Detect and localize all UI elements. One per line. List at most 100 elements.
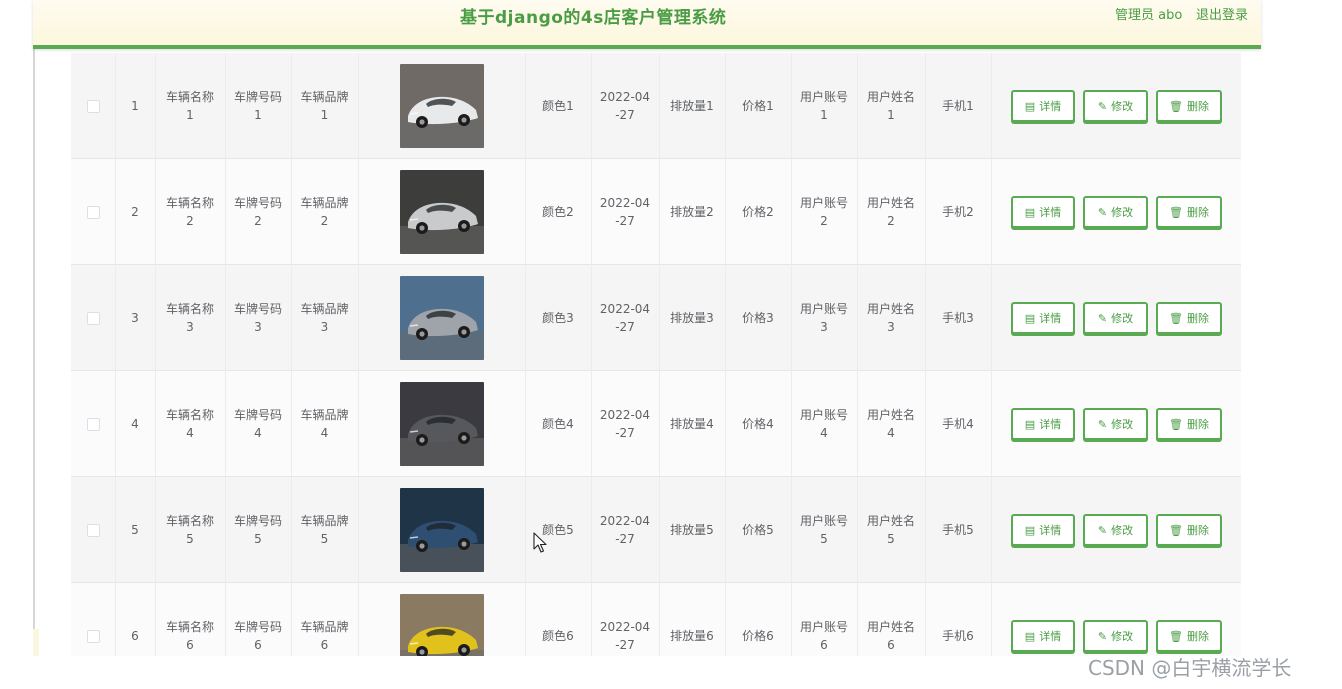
vehicle-color-text: 颜色3 [542, 311, 574, 325]
user-account: 用户账号 6 [791, 583, 857, 656]
delete-button[interactable]: 🗑 删除 [1156, 90, 1222, 122]
vehicle-image[interactable] [399, 276, 484, 360]
vehicle-image-cell [358, 265, 525, 371]
displacement: 排放量3 [659, 265, 725, 371]
price-text: 价格1 [742, 99, 774, 113]
vehicle-brand: 车辆品牌 6 [291, 583, 358, 656]
user-name: 用户姓名 3 [857, 265, 925, 371]
column-divider [659, 53, 660, 656]
vehicle-brand-line: 车辆品牌 [300, 90, 349, 104]
vehicle-name-line: 车辆名称 [165, 196, 214, 210]
vehicle-name-lines: 车辆名称 6 [166, 618, 214, 654]
user-name-line: 1 [887, 108, 895, 122]
user-account-lines: 用户账号 1 [800, 88, 848, 124]
detail-button[interactable]: ▤ 详情 [1011, 302, 1075, 334]
row-checkbox[interactable] [86, 417, 100, 431]
admin-user-label: 管理员 abo [1115, 8, 1183, 23]
vehicle-color-text: 颜色1 [542, 99, 574, 113]
vehicle-color: 颜色1 [525, 53, 591, 159]
vehicle-brand: 车辆品牌 1 [291, 53, 358, 159]
user-name: 用户姓名 1 [857, 53, 925, 159]
row-index-text: 3 [131, 311, 139, 325]
row-checkbox-cell[interactable] [71, 159, 115, 265]
displacement: 排放量5 [659, 477, 725, 583]
price-text: 价格6 [742, 629, 774, 643]
vehicle-name-lines: 车辆名称 1 [166, 88, 214, 124]
edit-button-label: 修改 [1111, 630, 1134, 643]
user-account: 用户账号 1 [791, 53, 857, 159]
delete-button[interactable]: 🗑 删除 [1156, 196, 1222, 228]
plate-number-line: 5 [254, 532, 262, 546]
delete-button[interactable]: 🗑 删除 [1156, 408, 1222, 440]
vehicle-image[interactable] [399, 170, 484, 254]
row-checkbox[interactable] [86, 99, 100, 113]
vehicle-color: 颜色4 [525, 371, 591, 477]
vehicle-image[interactable] [399, 594, 484, 656]
trash-icon: 🗑 [1169, 205, 1183, 219]
edit-button[interactable]: ✎ 修改 [1083, 514, 1148, 546]
purchase-date: 2022-04 -27 [591, 53, 659, 159]
vehicle-name: 车辆名称 3 [155, 265, 225, 371]
delete-button[interactable]: 🗑 删除 [1156, 620, 1222, 652]
trash-icon: 🗑 [1169, 311, 1183, 325]
edit-button[interactable]: ✎ 修改 [1083, 620, 1148, 652]
vehicle-name: 车辆名称 1 [155, 53, 225, 159]
user-name-line: 用户姓名 [866, 196, 915, 210]
row-checkbox-cell[interactable] [71, 53, 115, 159]
row-checkbox-cell[interactable] [71, 583, 115, 656]
user-account-line: 4 [820, 426, 828, 440]
column-divider [991, 53, 992, 656]
left-sidebar-shade [33, 629, 39, 656]
detail-button[interactable]: ▤ 详情 [1011, 514, 1075, 546]
edit-button[interactable]: ✎ 修改 [1083, 408, 1148, 440]
delete-button[interactable]: 🗑 删除 [1156, 302, 1222, 334]
row-index: 6 [115, 583, 155, 656]
vehicle-brand-lines: 车辆品牌 3 [300, 300, 348, 336]
detail-button[interactable]: ▤ 详情 [1011, 408, 1075, 440]
vehicle-image[interactable] [399, 64, 484, 148]
row-checkbox[interactable] [86, 629, 100, 643]
row-checkbox-cell[interactable] [71, 371, 115, 477]
vehicle-color-text: 颜色6 [542, 629, 574, 643]
row-checkbox[interactable] [86, 311, 100, 325]
user-name-lines: 用户姓名 4 [867, 406, 915, 442]
detail-button[interactable]: ▤ 详情 [1011, 620, 1075, 652]
purchase-date-lines: 2022-04 -27 [600, 88, 650, 124]
plate-number-lines: 车牌号码 3 [234, 300, 282, 336]
vehicle-name-line: 1 [186, 108, 194, 122]
vehicle-image[interactable] [399, 488, 484, 572]
user-name-line: 用户姓名 [866, 302, 915, 316]
vehicle-brand-line: 车辆品牌 [300, 514, 349, 528]
vehicle-image[interactable] [399, 382, 484, 466]
delete-button-label: 删除 [1186, 630, 1209, 643]
plate-number-line: 车牌号码 [233, 620, 282, 634]
row-checkbox[interactable] [86, 205, 100, 219]
price: 价格2 [725, 159, 791, 265]
delete-button[interactable]: 🗑 删除 [1156, 514, 1222, 546]
vehicle-name-line: 6 [186, 638, 194, 652]
vehicle-brand-line: 2 [320, 214, 329, 228]
user-name: 用户姓名 6 [857, 583, 925, 656]
edit-button[interactable]: ✎ 修改 [1083, 196, 1148, 228]
vehicle-name-line: 3 [186, 320, 194, 334]
detail-button[interactable]: ▤ 详情 [1011, 90, 1075, 122]
purchase-date-line: -27 [615, 108, 635, 122]
displacement: 排放量4 [659, 371, 725, 477]
row-checkbox-cell[interactable] [71, 477, 115, 583]
vehicle-color: 颜色5 [525, 477, 591, 583]
row-checkbox-cell[interactable] [71, 265, 115, 371]
edit-button[interactable]: ✎ 修改 [1083, 90, 1148, 122]
vehicle-color: 颜色2 [525, 159, 591, 265]
plate-number-line: 3 [254, 320, 262, 334]
detail-button[interactable]: ▤ 详情 [1011, 196, 1075, 228]
purchase-date-line: 2022-04 [599, 620, 651, 634]
vehicle-name: 车辆名称 2 [155, 159, 225, 265]
user-name-lines: 用户姓名 5 [867, 512, 915, 548]
user-name-lines: 用户姓名 6 [867, 618, 915, 654]
column-divider [525, 53, 526, 656]
logout-link[interactable]: 退出登录 [1196, 6, 1248, 26]
user-name-line: 4 [887, 426, 895, 440]
row-checkbox[interactable] [86, 523, 100, 537]
purchase-date-lines: 2022-04 -27 [600, 300, 650, 336]
edit-button[interactable]: ✎ 修改 [1083, 302, 1148, 334]
